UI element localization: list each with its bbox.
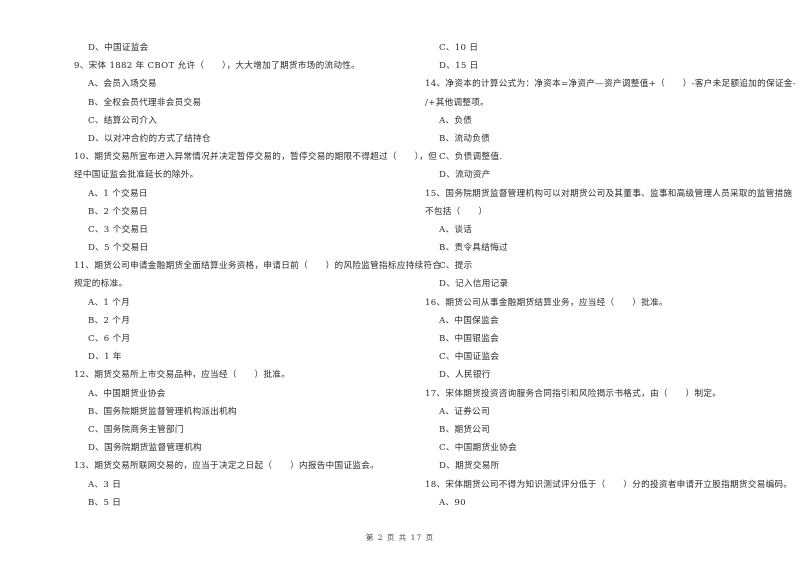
question-text: 14、净资本的计算公式为：净资本=净资产—资产调整值+（ ）-客户未足额追加的保… bbox=[425, 79, 796, 90]
answer-option: D、记入信用记录 bbox=[439, 279, 509, 290]
answer-option: A、1 个月 bbox=[88, 297, 130, 308]
answer-option: D、以对冲合约的方式了结持仓 bbox=[88, 133, 211, 144]
answer-option: B、2 个交易日 bbox=[88, 206, 148, 217]
left-column: D、中国证监会 9、宋体 1882 年 CBOT 允许（ ），大大增加了期货市场的… bbox=[74, 39, 442, 512]
question-text: 11、期货公司申请金融期货全面结算业务资格，申请日前（ ）的风险监管指标应持续符… bbox=[74, 261, 442, 272]
answer-option: D、15 日 bbox=[439, 61, 479, 72]
answer-option: D、期货交易所 bbox=[439, 461, 500, 472]
answer-option: C、3 个交易日 bbox=[88, 224, 149, 235]
answer-option: A、90 bbox=[439, 497, 466, 508]
answer-option: C、负债调整值. bbox=[439, 152, 503, 163]
answer-option: C、中国证监会 bbox=[439, 352, 500, 363]
answer-option: A、中国保监会 bbox=[439, 315, 499, 326]
question-text: 18、宋体期货公司不得为知识测试评分低于（ ）分的投资者申请开立股指期货交易编码… bbox=[425, 479, 793, 490]
answer-option: A、会员入场交易 bbox=[88, 79, 157, 90]
answer-option: C、中国期货业协会 bbox=[439, 443, 518, 454]
right-column: C、10 日 D、15 日 14、净资本的计算公式为：净资本=净资产—资产调整值+（… bbox=[425, 39, 796, 512]
answer-option: A、证券公司 bbox=[439, 406, 490, 417]
question-text: 17、宋体期货投资咨询服务合同指引和风险揭示书格式，由（ ）制定。 bbox=[425, 388, 722, 399]
question-text-continued: 经中国证监会批准延长的除外。 bbox=[74, 170, 199, 181]
answer-option: D、1 年 bbox=[88, 352, 122, 363]
answer-option: B、全权会员代理非会员交易 bbox=[88, 97, 202, 108]
question-text: 15、国务院期货监督管理机构可以对期货公司及其董事、监事和高级管理人员采取的监管… bbox=[425, 188, 793, 199]
answer-option: D、国务院期货监督管理机构 bbox=[88, 443, 202, 454]
question-text: 10、期货交易所宣布进入异常情况并决定暂停交易的，暂停交易的期限不得超过（ ），… bbox=[74, 152, 437, 163]
answer-option: B、5 日 bbox=[88, 497, 122, 508]
question-text-continued: /+其他调整项。 bbox=[425, 97, 490, 108]
question-text: 12、期货交易所上市交易品种，应当经（ ）批准。 bbox=[74, 370, 291, 381]
answer-option: C、结算公司介入 bbox=[88, 115, 158, 126]
answer-option: A、负债 bbox=[439, 115, 473, 126]
question-text: 9、宋体 1882 年 CBOT 允许（ ），大大增加了期货市场的流动性。 bbox=[74, 61, 361, 72]
question-text: 16、期货公司从事金融期货结算业务，应当经（ ）批准。 bbox=[425, 297, 668, 308]
answer-option: A、谈话 bbox=[439, 224, 473, 235]
question-text-continued: 规定的标准。 bbox=[74, 279, 128, 290]
document-page: D、中国证监会 9、宋体 1882 年 CBOT 允许（ ），大大增加了期货市场的… bbox=[0, 0, 800, 565]
answer-option: B、责令具结悔过 bbox=[439, 243, 508, 254]
answer-option: B、国务院期货监督管理机构派出机构 bbox=[88, 406, 237, 417]
answer-option: C、国务院商务主管部门 bbox=[88, 424, 184, 435]
answer-option: D、流动资产 bbox=[439, 170, 491, 181]
page-footer: 第 2 页 共 17 页 bbox=[365, 533, 435, 542]
answer-option: B、2 个月 bbox=[88, 315, 131, 326]
answer-option: D、人民银行 bbox=[439, 370, 491, 381]
answer-option: A、1 个交易日 bbox=[88, 188, 148, 199]
answer-option: A、3 日 bbox=[88, 479, 122, 490]
answer-option: C、6 个月 bbox=[88, 334, 131, 344]
answer-option: A、中国期货业协会 bbox=[88, 388, 166, 399]
answer-option: C、10 日 bbox=[439, 43, 479, 53]
question-text-continued: 不包括（ ） bbox=[425, 206, 488, 217]
answer-option: B、中国银监会 bbox=[439, 334, 499, 344]
answer-option: C、提示 bbox=[439, 261, 473, 272]
answer-option: B、流动负债 bbox=[439, 133, 491, 144]
answer-option: D、中国证监会 bbox=[88, 43, 149, 53]
question-text: 13、期货交易所联网交易的，应当于决定之日起（ ）内报告中国证监会。 bbox=[74, 461, 380, 472]
answer-option: D、5 个交易日 bbox=[88, 243, 149, 254]
answer-option: B、期货公司 bbox=[439, 424, 491, 435]
